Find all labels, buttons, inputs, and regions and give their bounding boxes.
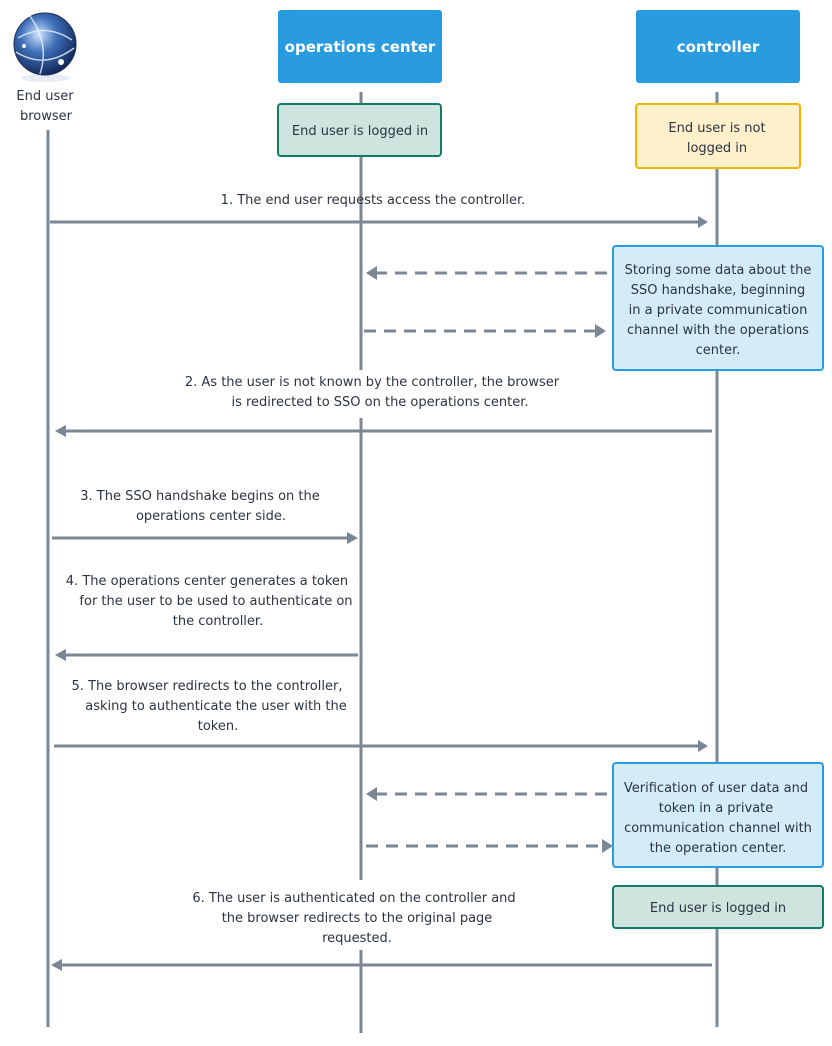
note-text: communication channel with — [624, 821, 812, 836]
dashed-arrow-to-oc-2 — [366, 787, 607, 801]
message-3-label: 3. The SSO handshake begins on the — [80, 489, 320, 504]
sequence-diagram: End user browser operations center contr… — [13, 10, 824, 1033]
actor-browser-label: browser — [20, 109, 73, 124]
note-text: in a private communication — [629, 303, 808, 318]
message-5-label: asking to authenticate the user with the — [85, 699, 347, 714]
note-text: SSO handshake, beginning — [631, 283, 806, 298]
note-text: Verification of user data and — [624, 781, 808, 796]
state-oc-logged-in: End user is logged in — [277, 103, 442, 157]
message-5-label: 5. The browser redirects to the controll… — [72, 679, 343, 694]
arrow-message-6 — [51, 959, 712, 971]
note-text: Storing some data about the — [625, 263, 812, 278]
state-controller-logged-in: End user is logged in — [612, 885, 824, 929]
arrow-message-2 — [55, 425, 712, 437]
dashed-arrow-to-controller-2 — [366, 839, 613, 853]
state-controller-not-logged-in: End user is not logged in — [635, 103, 801, 169]
message-6-label: requested. — [322, 931, 392, 946]
state-text: End user is logged in — [292, 124, 428, 139]
dashed-arrow-to-controller-1 — [364, 324, 606, 338]
arrow-message-5 — [54, 740, 708, 752]
arrow-message-3 — [52, 532, 358, 544]
message-4-label: for the user to be used to authenticate … — [79, 594, 352, 609]
message-1-label: 1. The end user requests access the cont… — [221, 193, 526, 208]
arrow-message-4 — [55, 649, 358, 661]
actor-operations-center-label: operations center — [285, 38, 436, 56]
message-4-label: the controller. — [173, 614, 263, 629]
actor-operations-center: operations center — [278, 10, 442, 83]
message-6-label: 6. The user is authenticated on the cont… — [192, 891, 515, 906]
message-3-label: operations center side. — [136, 509, 286, 524]
note-verification: Verification of user data and token in a… — [612, 762, 824, 868]
globe-icon — [13, 12, 77, 82]
state-text: End user is not — [668, 121, 765, 136]
message-5-label: token. — [198, 719, 239, 734]
note-text: token in a private — [659, 801, 774, 816]
note-text: center. — [696, 343, 741, 358]
dashed-arrow-to-oc-1 — [366, 266, 607, 280]
arrow-message-1 — [50, 216, 708, 228]
state-text: logged in — [687, 141, 747, 156]
actor-browser-label: End user — [16, 89, 74, 104]
message-6-label: the browser redirects to the original pa… — [222, 911, 493, 926]
message-2-label: is redirected to SSO on the operations c… — [231, 395, 528, 410]
actor-controller-label: controller — [677, 38, 760, 56]
message-2-label: 2. As the user is not known by the contr… — [185, 375, 560, 390]
message-4-label: 4. The operations center generates a tok… — [66, 574, 348, 589]
note-storing: Storing some data about the SSO handshak… — [612, 245, 824, 371]
actor-controller: controller — [636, 10, 800, 83]
note-text: the operation center. — [650, 841, 787, 856]
note-text: channel with the operations — [627, 323, 809, 338]
state-text: End user is logged in — [650, 901, 786, 916]
